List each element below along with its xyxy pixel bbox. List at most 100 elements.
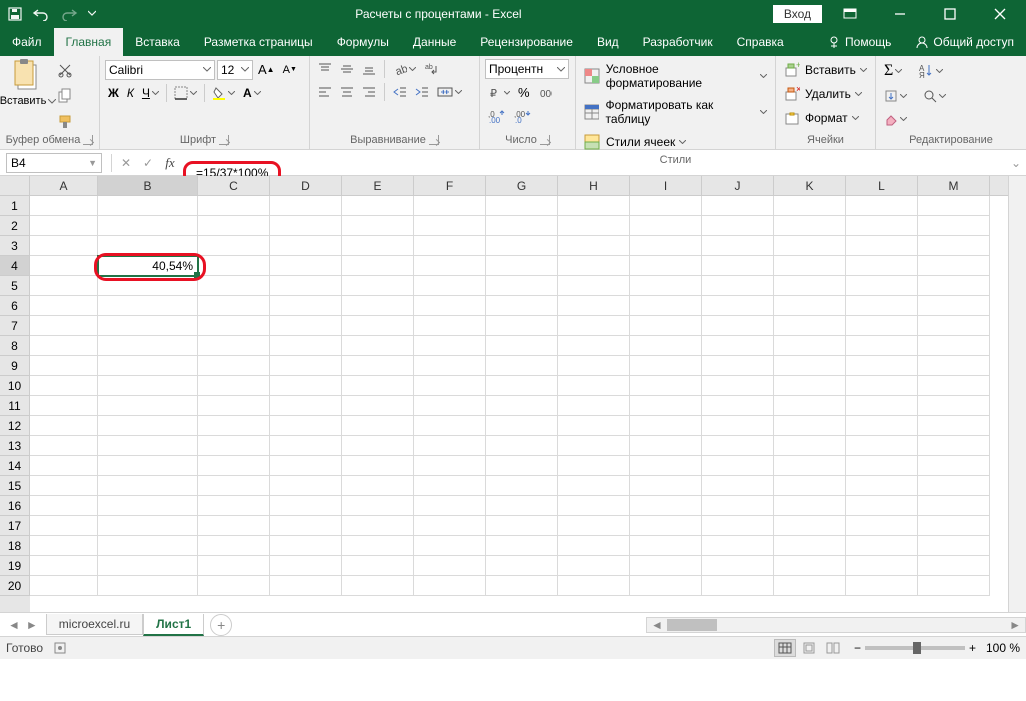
cell-I17[interactable] [630, 516, 702, 536]
cell-J16[interactable] [702, 496, 774, 516]
cell-K11[interactable] [774, 396, 846, 416]
row-header-13[interactable]: 13 [0, 436, 30, 456]
cancel-formula-icon[interactable]: ✕ [115, 156, 137, 170]
cell-F19[interactable] [414, 556, 486, 576]
cell-F20[interactable] [414, 576, 486, 596]
cell-K20[interactable] [774, 576, 846, 596]
cell-G16[interactable] [486, 496, 558, 516]
sheet-tab-1[interactable]: microexcel.ru [46, 614, 143, 635]
cell-H6[interactable] [558, 296, 630, 316]
cell-G12[interactable] [486, 416, 558, 436]
format-as-table-button[interactable]: Форматировать как таблицу [581, 95, 770, 129]
cell-H17[interactable] [558, 516, 630, 536]
cell-C11[interactable] [198, 396, 270, 416]
cell-D4[interactable] [270, 256, 342, 276]
macro-record-icon[interactable] [53, 641, 67, 655]
decrease-decimal-icon[interactable]: ,00,0 [511, 106, 535, 126]
cell-I4[interactable] [630, 256, 702, 276]
cell-A1[interactable] [30, 196, 98, 216]
decrease-indent-icon[interactable] [390, 82, 410, 102]
orientation-icon[interactable]: ab [390, 59, 419, 79]
cell-F3[interactable] [414, 236, 486, 256]
enter-formula-icon[interactable]: ✓ [137, 156, 159, 170]
cell-J3[interactable] [702, 236, 774, 256]
minimize-icon[interactable] [878, 0, 922, 28]
cell-B17[interactable] [98, 516, 198, 536]
cell-J20[interactable] [702, 576, 774, 596]
row-header-4[interactable]: 4 [0, 256, 30, 276]
cell-J4[interactable] [702, 256, 774, 276]
align-bottom-icon[interactable] [359, 59, 379, 79]
cell-D10[interactable] [270, 376, 342, 396]
cell-I14[interactable] [630, 456, 702, 476]
cell-C10[interactable] [198, 376, 270, 396]
cell-A20[interactable] [30, 576, 98, 596]
cell-L3[interactable] [846, 236, 918, 256]
cell-M13[interactable] [918, 436, 990, 456]
cell-K17[interactable] [774, 516, 846, 536]
cell-K3[interactable] [774, 236, 846, 256]
expand-formula-icon[interactable]: ⌄ [1006, 156, 1026, 170]
cell-M17[interactable] [918, 516, 990, 536]
row-header-16[interactable]: 16 [0, 496, 30, 516]
cell-L4[interactable] [846, 256, 918, 276]
cell-D11[interactable] [270, 396, 342, 416]
dialog-launcher-icon[interactable] [83, 135, 93, 145]
col-header-H[interactable]: H [558, 176, 630, 195]
cell-I11[interactable] [630, 396, 702, 416]
maximize-icon[interactable] [928, 0, 972, 28]
cell-H20[interactable] [558, 576, 630, 596]
autosum-icon[interactable]: Σ [881, 59, 905, 83]
fill-color-icon[interactable] [209, 83, 238, 103]
cell-G10[interactable] [486, 376, 558, 396]
cell-H16[interactable] [558, 496, 630, 516]
row-header-11[interactable]: 11 [0, 396, 30, 416]
cell-K6[interactable] [774, 296, 846, 316]
cell-G15[interactable] [486, 476, 558, 496]
cell-D3[interactable] [270, 236, 342, 256]
align-center-icon[interactable] [337, 82, 357, 102]
copy-icon[interactable] [54, 85, 76, 107]
align-right-icon[interactable] [359, 82, 379, 102]
cell-C3[interactable] [198, 236, 270, 256]
cell-I6[interactable] [630, 296, 702, 316]
cell-K16[interactable] [774, 496, 846, 516]
cell-D9[interactable] [270, 356, 342, 376]
tab-data[interactable]: Данные [401, 28, 468, 56]
cell-F10[interactable] [414, 376, 486, 396]
cell-F1[interactable] [414, 196, 486, 216]
col-header-F[interactable]: F [414, 176, 486, 195]
cell-H4[interactable] [558, 256, 630, 276]
cell-C4[interactable] [198, 256, 270, 276]
cell-H14[interactable] [558, 456, 630, 476]
col-header-K[interactable]: K [774, 176, 846, 195]
cell-M6[interactable] [918, 296, 990, 316]
insert-cells-button[interactable]: +Вставить [781, 59, 870, 81]
cell-M16[interactable] [918, 496, 990, 516]
cell-D6[interactable] [270, 296, 342, 316]
cell-K18[interactable] [774, 536, 846, 556]
cell-F5[interactable] [414, 276, 486, 296]
cell-H19[interactable] [558, 556, 630, 576]
cell-I12[interactable] [630, 416, 702, 436]
cell-B2[interactable] [98, 216, 198, 236]
cell-E19[interactable] [342, 556, 414, 576]
row-header-5[interactable]: 5 [0, 276, 30, 296]
cell-J12[interactable] [702, 416, 774, 436]
cell-L16[interactable] [846, 496, 918, 516]
cell-L17[interactable] [846, 516, 918, 536]
cell-H12[interactable] [558, 416, 630, 436]
cell-K5[interactable] [774, 276, 846, 296]
cell-F12[interactable] [414, 416, 486, 436]
cell-D20[interactable] [270, 576, 342, 596]
cell-E16[interactable] [342, 496, 414, 516]
tab-home[interactable]: Главная [54, 28, 124, 56]
cell-J17[interactable] [702, 516, 774, 536]
align-middle-icon[interactable] [337, 59, 357, 79]
tab-tellme[interactable]: Помощь [815, 28, 903, 56]
cell-M9[interactable] [918, 356, 990, 376]
cell-G8[interactable] [486, 336, 558, 356]
cell-B11[interactable] [98, 396, 198, 416]
cell-J1[interactable] [702, 196, 774, 216]
cell-C14[interactable] [198, 456, 270, 476]
